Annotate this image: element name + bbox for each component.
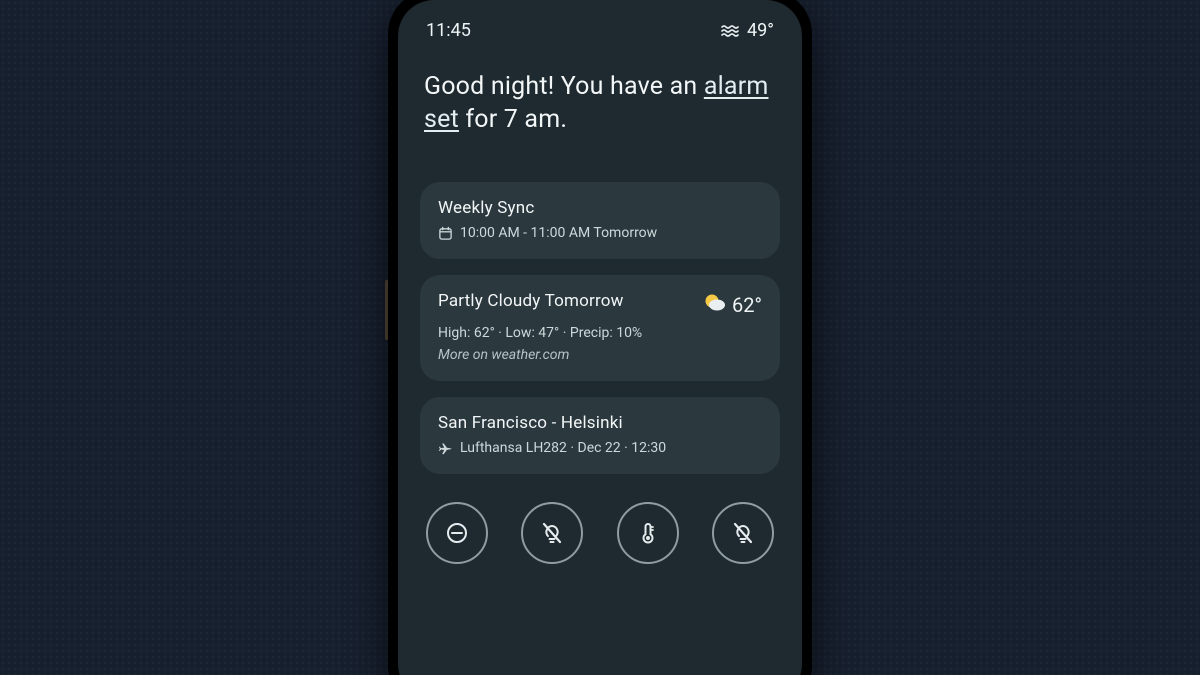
greeting-text: Good night! You have an alarm set for 7 … (420, 71, 780, 136)
flight-details-row: Lufthansa LH282 · Dec 22 · 12:30 (438, 440, 762, 456)
humidity-icon (721, 24, 741, 38)
phone-screen: 11:45 49° Good night! You have an alarm … (398, 0, 802, 675)
weather-temp: 62° (732, 293, 762, 317)
flight-details: Lufthansa LH282 · Dec 22 · 12:30 (460, 440, 666, 456)
event-title: Weekly Sync (438, 198, 762, 218)
event-details: 10:00 AM - 11:00 AM Tomorrow (438, 225, 762, 241)
greeting-suffix: for 7 am. (459, 105, 567, 134)
event-time: 10:00 AM - 11:00 AM Tomorrow (460, 225, 657, 241)
thermometer-icon (635, 520, 661, 546)
weather-temp-display: 62° (702, 291, 762, 318)
light-off-button[interactable] (521, 502, 583, 564)
dnd-icon (444, 520, 470, 546)
partly-cloudy-icon (702, 291, 726, 318)
airplane-icon (438, 441, 453, 456)
phone-frame: 11:45 49° Good night! You have an alarm … (388, 0, 812, 675)
bulb-off-button[interactable] (712, 502, 774, 564)
status-time: 11:45 (426, 20, 471, 41)
weather-details: High: 62° · Low: 47° · Precip: 10% (438, 325, 762, 341)
weather-headline: Partly Cloudy Tomorrow (438, 291, 690, 311)
dnd-button[interactable] (426, 502, 488, 564)
event-card[interactable]: Weekly Sync 10:00 AM - 11:00 AM Tomorrow (420, 182, 780, 259)
weather-more-link[interactable]: More on weather.com (438, 347, 762, 363)
cards-container: Weekly Sync 10:00 AM - 11:00 AM Tomorrow (420, 182, 780, 474)
lightbulb-off-icon (539, 520, 565, 546)
lightbulb-off-icon (730, 520, 756, 546)
flight-card[interactable]: San Francisco - Helsinki Lufthansa LH282… (420, 397, 780, 474)
status-weather[interactable]: 49° (721, 20, 774, 41)
calendar-icon (438, 226, 453, 241)
flight-route: San Francisco - Helsinki (438, 413, 762, 433)
status-bar: 11:45 49° (420, 20, 780, 45)
quick-actions (420, 502, 780, 564)
greeting-prefix: Good night! You have an (424, 72, 704, 101)
thermostat-button[interactable] (617, 502, 679, 564)
status-temp: 49° (747, 20, 774, 41)
weather-card[interactable]: Partly Cloudy Tomorrow 62° High: 62° · L… (420, 275, 780, 381)
